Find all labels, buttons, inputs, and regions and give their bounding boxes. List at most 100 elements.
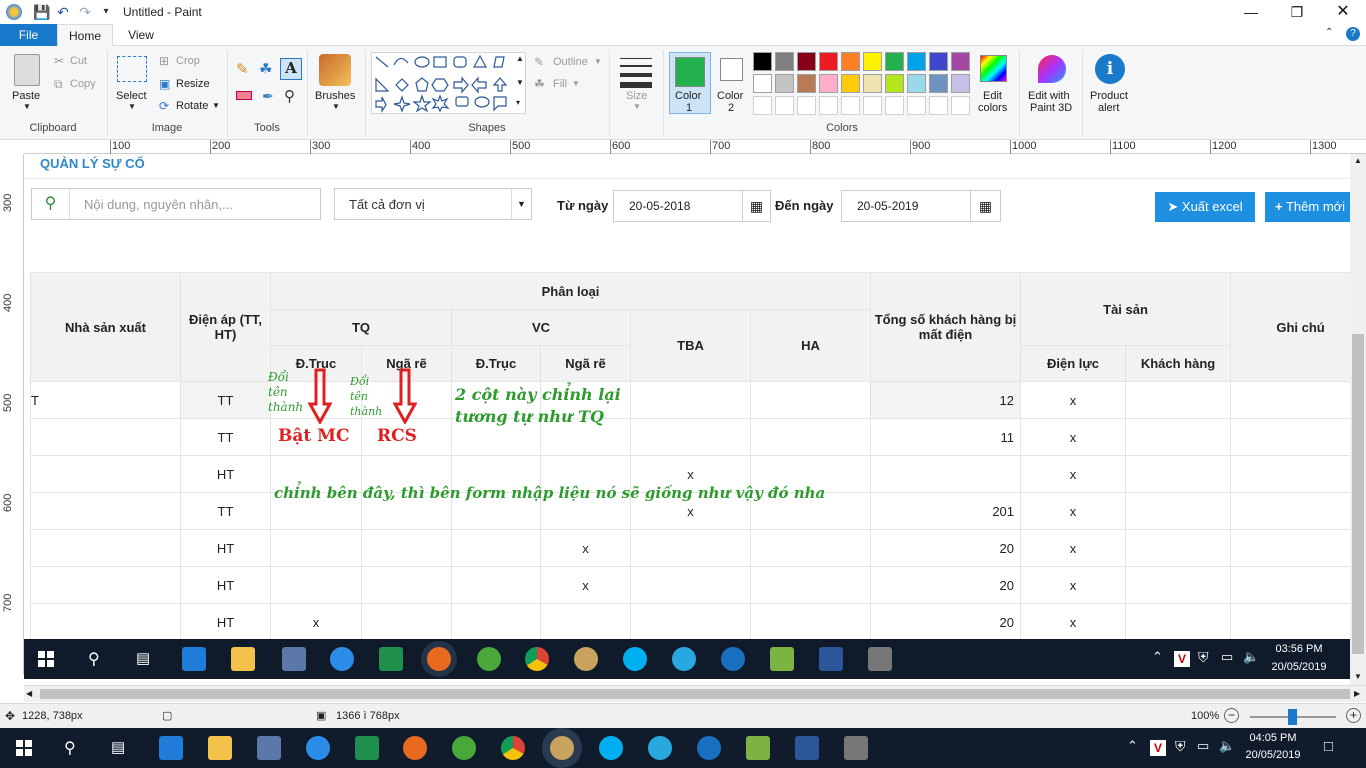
paste-button[interactable]: Paste [12,90,40,102]
search-box[interactable]: ⚲ Nội dung, nguyên nhân,... [31,188,321,220]
to-date-value[interactable]: 20-05-2019 [857,199,918,213]
paste-dropdown-icon[interactable]: ▼ [23,102,31,111]
shapes-scroll-down-icon[interactable]: ▼ [516,78,524,87]
palette-swatch[interactable] [929,74,948,93]
ccleaner-icon[interactable] [721,647,745,671]
palette-swatch[interactable] [797,74,816,93]
scroll-right-icon[interactable]: ▶ [1354,689,1360,698]
palette-swatch[interactable] [863,74,882,93]
brushes-icon[interactable] [319,54,351,86]
palette-swatch[interactable] [819,96,838,115]
fill-shape-icon[interactable]: ☘ [534,77,545,91]
paint-app-icon[interactable] [6,4,22,20]
paint-canvas[interactable]: QUẢN LÝ SỰ CỐ ⚲ Nội dung, nguyên nhân,..… [24,154,1350,674]
copy-icon[interactable]: ⧉ [54,77,63,92]
coccoc-icon[interactable] [452,736,476,760]
palette-swatch[interactable] [929,52,948,71]
outline-dropdown-icon[interactable]: ▼ [594,57,602,66]
paint-icon[interactable] [574,647,598,671]
table-row[interactable]: HT x 20 x [30,566,1350,604]
coccoc-icon[interactable] [477,647,501,671]
size-button[interactable]: Size [626,90,647,102]
palette-swatch[interactable] [841,74,860,93]
copy-button[interactable]: Copy [70,78,96,90]
redo-icon[interactable]: ↷ [77,4,93,20]
table-row[interactable]: T TT 12 x [30,381,1350,419]
magnifier-icon[interactable]: ⚲ [284,87,295,105]
palette-swatch[interactable] [753,74,772,93]
color-palette[interactable] [753,52,975,118]
shapes-more-icon[interactable]: ▾ [516,98,520,107]
paint-icon[interactable] [550,736,574,760]
crop-icon[interactable]: ⊞ [159,54,169,68]
speaker-icon[interactable]: 🔈 [1219,738,1235,754]
maximize-button[interactable]: ❐ [1274,0,1320,24]
edit-colors-button[interactable]: Edit [983,90,1002,102]
select-dropdown-icon[interactable]: ▼ [128,102,136,111]
palette-swatch[interactable] [753,96,772,115]
select-icon[interactable] [117,56,147,82]
search-icon[interactable]: ⚲ [88,649,100,669]
edit-colors-button-line2[interactable]: colors [978,102,1007,114]
product-alert-button[interactable]: Product [1090,90,1128,102]
eraser-icon[interactable] [236,91,252,100]
palette-swatch[interactable] [907,74,926,93]
color2-label[interactable]: Color [717,90,743,102]
palette-swatch[interactable] [797,52,816,71]
antivirus-icon[interactable]: V [1174,651,1190,667]
inner-clock-time[interactable]: 03:56 PM [1264,643,1334,655]
text-icon[interactable]: A [280,58,302,80]
file-explorer-icon[interactable] [208,736,232,760]
size-icon[interactable] [620,56,652,88]
ccleaner-icon[interactable] [697,736,721,760]
resize-button[interactable]: Resize [176,78,210,90]
table-row[interactable]: TT 11 x [30,418,1350,456]
scroll-down-icon[interactable]: ▼ [1354,672,1362,681]
shapes-gallery-icons[interactable] [372,53,517,113]
zalo-icon[interactable] [330,647,354,671]
rotate-icon[interactable]: ⟳ [159,99,169,113]
vertical-scrollbar[interactable]: ▲ ▼ [1350,154,1366,685]
network-icon[interactable]: ▭ [1197,738,1209,754]
info-icon[interactable]: i [1095,54,1125,84]
paint3d-icon[interactable] [1038,55,1066,83]
network-icon[interactable]: ▭ [1221,649,1233,665]
palette-swatch[interactable] [841,96,860,115]
rotate-dropdown-icon[interactable]: ▼ [212,101,220,110]
unit-select-value[interactable]: Tất cả đơn vị [349,197,425,212]
cut-button[interactable]: Cut [70,55,87,67]
excel-icon[interactable] [379,647,403,671]
resize-icon[interactable]: ▣ [159,77,170,91]
camera-icon[interactable] [868,647,892,671]
palette-swatch[interactable] [819,74,838,93]
firefox-icon[interactable] [427,647,451,671]
palette-swatch[interactable] [775,52,794,71]
color-picker-icon[interactable]: ✒ [262,88,274,105]
scroll-thumb[interactable] [1352,334,1364,654]
windows-start-icon[interactable] [38,651,54,667]
scroll-thumb[interactable] [40,689,1350,699]
palette-swatch[interactable] [753,52,772,71]
unit-select[interactable]: Tất cả đơn vị ▼ [334,188,532,220]
from-date-value[interactable]: 20-05-2018 [629,199,690,213]
skype-icon[interactable] [599,736,623,760]
close-button[interactable]: ✕ [1320,0,1366,24]
color2-swatch[interactable] [720,58,743,81]
palette-swatch[interactable] [775,96,794,115]
security-icon[interactable]: ⛨ [1175,738,1186,755]
edit-paint3d-button[interactable]: Edit with [1028,90,1070,102]
add-new-button[interactable]: + Thêm mới [1265,192,1350,222]
calendar-icon[interactable]: ▦ [970,191,1000,221]
edge-icon[interactable] [159,736,183,760]
palette-swatch[interactable] [863,52,882,71]
palette-swatch[interactable] [885,96,904,115]
outer-clock-time[interactable]: 04:05 PM [1241,732,1305,744]
ie-icon[interactable] [648,736,672,760]
firefox-icon[interactable] [403,736,427,760]
brushes-dropdown-icon[interactable]: ▼ [332,102,340,111]
from-date-field[interactable]: 20-05-2018 ▦ [613,190,771,222]
word-icon[interactable] [795,736,819,760]
task-view-icon[interactable]: ▤ [111,738,125,756]
zoom-slider-thumb[interactable] [1288,709,1297,725]
file-explorer-icon[interactable] [231,647,255,671]
